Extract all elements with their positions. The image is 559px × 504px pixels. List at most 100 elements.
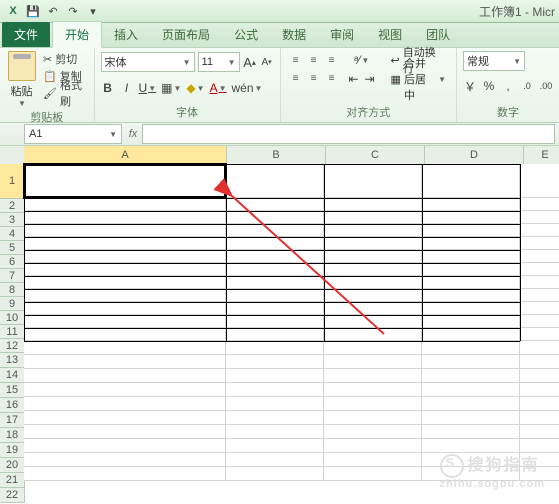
cell-E14[interactable] xyxy=(520,355,559,369)
cell-B17[interactable] xyxy=(226,397,324,411)
cell-E6[interactable] xyxy=(520,250,559,263)
row-header-10[interactable]: 10 xyxy=(0,311,25,325)
align-bottom-right[interactable]: ≡ xyxy=(323,69,341,87)
cell-E19[interactable] xyxy=(520,425,559,439)
cell-B8[interactable] xyxy=(226,276,324,289)
cell-D22[interactable] xyxy=(422,467,520,481)
cell-B3[interactable] xyxy=(226,211,324,224)
column-header-D[interactable]: D xyxy=(425,146,524,165)
cell-A16[interactable] xyxy=(24,383,226,397)
cell-E22[interactable] xyxy=(520,467,559,481)
cell-D14[interactable] xyxy=(422,355,520,369)
cell-B9[interactable] xyxy=(226,289,324,302)
currency-button[interactable]: ￥ xyxy=(463,77,477,95)
cell-E16[interactable] xyxy=(520,383,559,397)
increase-decimal-button[interactable]: .0 xyxy=(520,77,534,95)
cell-A9[interactable] xyxy=(24,289,226,302)
cell-C7[interactable] xyxy=(324,263,422,276)
cell-A11[interactable] xyxy=(24,315,226,328)
orientation-button[interactable]: ᵃ⁄▼ xyxy=(347,51,377,69)
cell-A5[interactable] xyxy=(24,237,226,250)
row-header-6[interactable]: 6 xyxy=(0,255,25,269)
cell-B18[interactable] xyxy=(226,411,324,425)
fill-color-button[interactable]: ◆▼ xyxy=(186,79,204,97)
cell-C4[interactable] xyxy=(324,224,422,237)
percent-button[interactable]: % xyxy=(482,77,496,95)
cell-D20[interactable] xyxy=(422,439,520,453)
cell-E9[interactable] xyxy=(520,289,559,302)
cell-B20[interactable] xyxy=(226,439,324,453)
cell-B12[interactable] xyxy=(226,328,324,341)
column-header-E[interactable]: E xyxy=(524,146,559,165)
cell-B19[interactable] xyxy=(226,425,324,439)
underline-button[interactable]: U▼ xyxy=(139,79,157,97)
row-header-3[interactable]: 3 xyxy=(0,213,25,227)
cell-C16[interactable] xyxy=(324,383,422,397)
row-header-8[interactable]: 8 xyxy=(0,283,25,297)
align-top-right[interactable]: ≡ xyxy=(323,51,341,69)
cell-E11[interactable] xyxy=(520,315,559,328)
cell-A4[interactable] xyxy=(24,224,226,237)
redo-icon[interactable]: ↷ xyxy=(64,2,82,20)
row-header-22[interactable]: 22 xyxy=(0,488,25,503)
cell-C13[interactable] xyxy=(324,341,422,355)
row-header-13[interactable]: 13 xyxy=(0,353,25,368)
cell-D7[interactable] xyxy=(422,263,520,276)
tab-review[interactable]: 审阅 xyxy=(318,22,366,47)
cell-B6[interactable] xyxy=(226,250,324,263)
cell-A13[interactable] xyxy=(24,341,226,355)
tab-insert[interactable]: 插入 xyxy=(102,22,150,47)
cell-C8[interactable] xyxy=(324,276,422,289)
row-header-16[interactable]: 16 xyxy=(0,398,25,413)
cell-B2[interactable] xyxy=(226,198,324,211)
tab-page-layout[interactable]: 页面布局 xyxy=(150,22,222,47)
number-format-select[interactable]: 常规▼ xyxy=(463,51,525,71)
row-header-14[interactable]: 14 xyxy=(0,368,25,383)
cell-D9[interactable] xyxy=(422,289,520,302)
cell-A10[interactable] xyxy=(24,302,226,315)
cell-B1[interactable] xyxy=(226,164,324,198)
cell-C21[interactable] xyxy=(324,453,422,467)
cell-C1[interactable] xyxy=(324,164,422,198)
cell-E21[interactable] xyxy=(520,453,559,467)
cell-B5[interactable] xyxy=(226,237,324,250)
cell-B11[interactable] xyxy=(226,315,324,328)
decrease-font-button[interactable]: A▾ xyxy=(260,53,274,71)
cell-B13[interactable] xyxy=(226,341,324,355)
cell-C3[interactable] xyxy=(324,211,422,224)
font-color-button[interactable]: A▼ xyxy=(210,79,227,97)
row-header-21[interactable]: 21 xyxy=(0,473,25,488)
fx-icon[interactable]: fx xyxy=(124,128,142,140)
cell-A17[interactable] xyxy=(24,397,226,411)
undo-icon[interactable]: ↶ xyxy=(44,2,62,20)
cell-C11[interactable] xyxy=(324,315,422,328)
cell-C2[interactable] xyxy=(324,198,422,211)
formula-bar[interactable] xyxy=(142,124,555,144)
cell-D5[interactable] xyxy=(422,237,520,250)
cell-D19[interactable] xyxy=(422,425,520,439)
cell-A21[interactable] xyxy=(24,453,226,467)
comma-button[interactable]: , xyxy=(501,77,515,95)
cell-C12[interactable] xyxy=(324,328,422,341)
column-header-C[interactable]: C xyxy=(326,146,425,165)
cell-D13[interactable] xyxy=(422,341,520,355)
cell-C15[interactable] xyxy=(324,369,422,383)
cell-C9[interactable] xyxy=(324,289,422,302)
decrease-indent-button[interactable]: ⇤ xyxy=(347,70,361,88)
cell-C10[interactable] xyxy=(324,302,422,315)
border-button[interactable]: ▦▼ xyxy=(161,79,181,97)
column-header-B[interactable]: B xyxy=(227,146,326,165)
cell-E17[interactable] xyxy=(520,397,559,411)
row-header-20[interactable]: 20 xyxy=(0,458,25,473)
cell-D3[interactable] xyxy=(422,211,520,224)
cell-C5[interactable] xyxy=(324,237,422,250)
row-header-9[interactable]: 9 xyxy=(0,297,25,311)
row-header-4[interactable]: 4 xyxy=(0,227,25,241)
cell-E13[interactable] xyxy=(520,341,559,355)
cell-A1[interactable] xyxy=(24,164,226,198)
row-header-17[interactable]: 17 xyxy=(0,413,25,428)
cell-C17[interactable] xyxy=(324,397,422,411)
decrease-decimal-button[interactable]: .00 xyxy=(539,77,553,95)
phonetic-button[interactable]: wén▼ xyxy=(232,79,263,97)
cell-E1[interactable] xyxy=(520,164,559,198)
